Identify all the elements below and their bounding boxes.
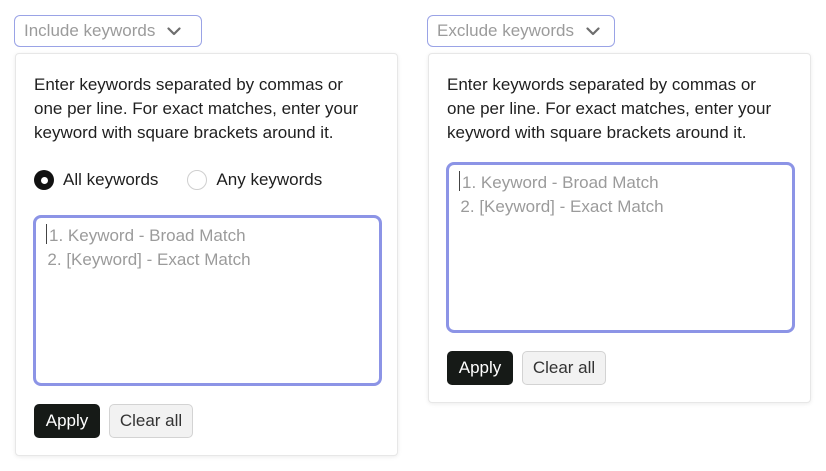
include-keywords-dropdown[interactable]: Include keywords — [14, 15, 202, 47]
exclude-keywords-textarea[interactable]: 1. Keyword - Broad Match 2. [Keyword] - … — [446, 162, 795, 333]
exclude-help-text: Enter keywords separated by commas or on… — [447, 73, 807, 145]
exclude-keywords-dropdown[interactable]: Exclude keywords — [427, 15, 615, 47]
exclude-apply-button[interactable]: Apply — [447, 351, 513, 385]
text-caret — [46, 224, 47, 244]
exclude-keywords-label: Exclude keywords — [437, 21, 575, 40]
placeholder-line-1: 1. Keyword - Broad Match — [46, 224, 369, 248]
radio-checked-icon — [34, 170, 54, 190]
match-mode-radio-group: All keywords Any keywords — [34, 170, 322, 190]
include-help-text: Enter keywords separated by commas or on… — [34, 73, 394, 145]
help-line: one per line. For exact matches, enter y… — [447, 99, 772, 118]
exclude-clear-all-button[interactable]: Clear all — [522, 351, 606, 385]
radio-any-keywords-label: Any keywords — [216, 170, 323, 189]
chevron-down-icon — [586, 26, 600, 36]
help-line: keyword with square brackets around it. — [447, 123, 747, 142]
include-keywords-popover: Enter keywords separated by commas or on… — [15, 53, 398, 456]
include-keywords-textarea[interactable]: 1. Keyword - Broad Match 2. [Keyword] - … — [33, 215, 382, 386]
keyword-filters: Include keywords Enter keywords separate… — [0, 0, 826, 471]
text-caret — [459, 171, 460, 191]
chevron-down-icon — [167, 26, 181, 36]
placeholder-text: 1. Keyword - Broad Match — [49, 226, 246, 245]
radio-all-keywords[interactable]: All keywords — [34, 170, 158, 190]
radio-unchecked-icon — [187, 170, 208, 190]
placeholder-text: 2. [Keyword] - Exact Match — [47, 250, 251, 269]
placeholder-text: 1. Keyword - Broad Match — [462, 173, 659, 192]
help-line: Enter keywords separated by commas or — [447, 75, 756, 94]
help-line: Enter keywords separated by commas or — [34, 75, 343, 94]
help-line: keyword with square brackets around it. — [34, 123, 334, 142]
include-apply-button[interactable]: Apply — [34, 404, 100, 438]
placeholder-line-1: 1. Keyword - Broad Match — [459, 171, 782, 195]
include-clear-all-button[interactable]: Clear all — [109, 404, 193, 438]
exclude-keywords-popover: Enter keywords separated by commas or on… — [428, 53, 811, 403]
radio-all-keywords-label: All keywords — [63, 170, 159, 189]
radio-any-keywords[interactable]: Any keywords — [187, 170, 322, 190]
placeholder-line-2: 2. [Keyword] - Exact Match — [46, 248, 369, 272]
help-line: one per line. For exact matches, enter y… — [34, 99, 359, 118]
placeholder-line-2: 2. [Keyword] - Exact Match — [459, 195, 782, 219]
placeholder-text: 2. [Keyword] - Exact Match — [460, 197, 664, 216]
include-keywords-label: Include keywords — [24, 21, 156, 40]
